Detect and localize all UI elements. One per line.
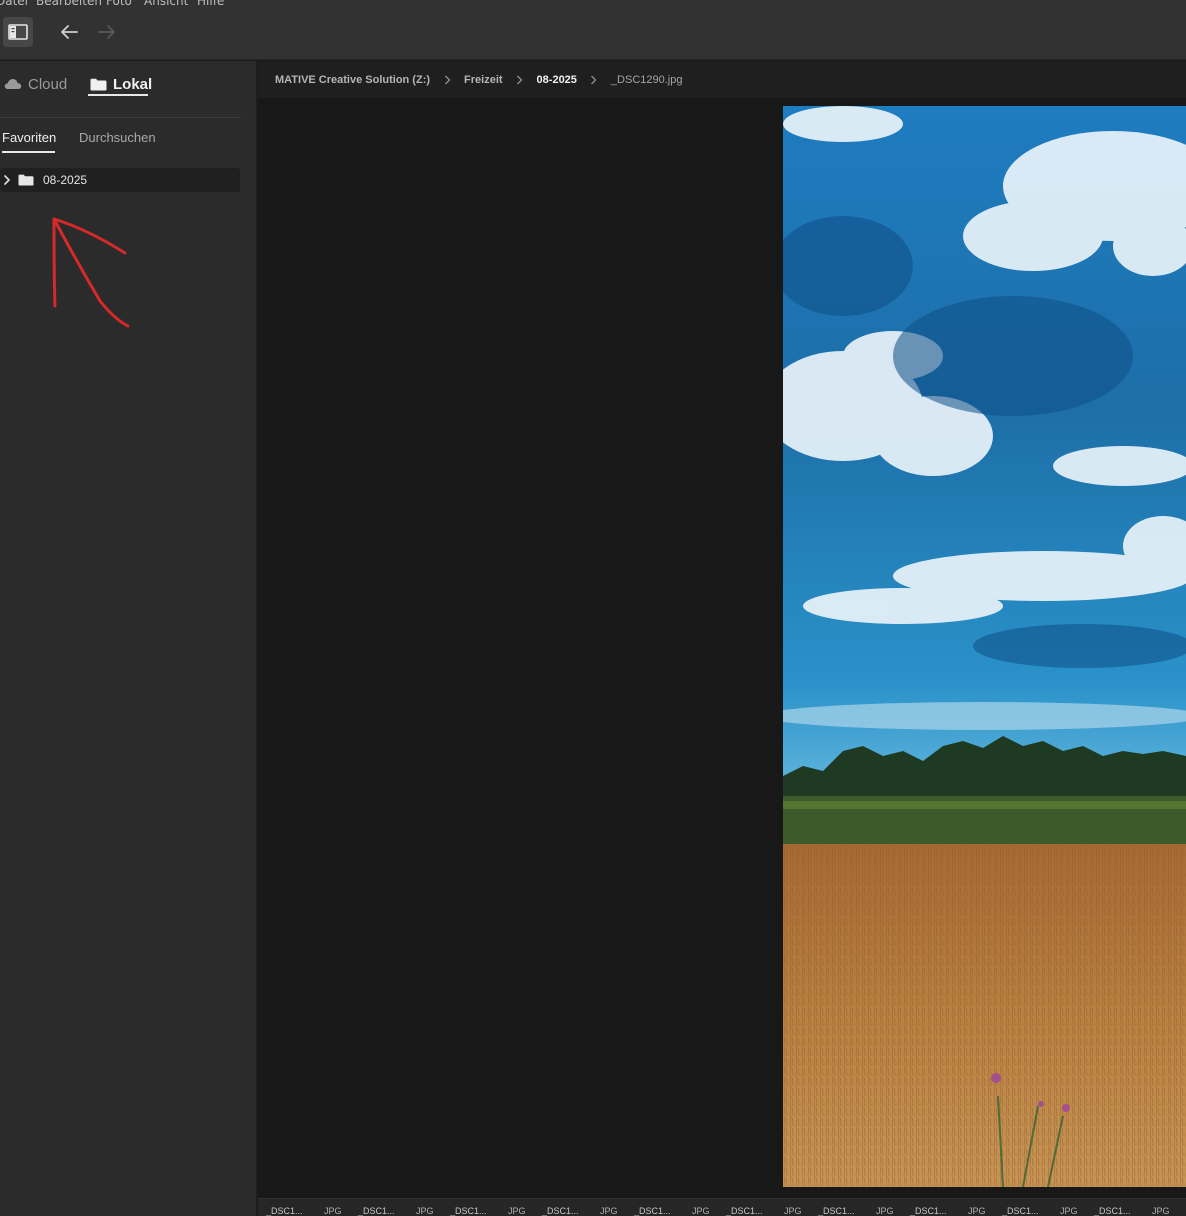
thumb-name: _DSC1...	[1002, 1206, 1039, 1216]
chevron-right-icon	[503, 75, 537, 85]
filmstrip-thumb[interactable]: _DSC1... JPG	[1002, 1204, 1078, 1216]
thumb-type: JPG	[508, 1206, 526, 1216]
active-tab-indicator	[88, 94, 148, 96]
active-subtab-indicator	[2, 151, 55, 153]
breadcrumb-item-folder[interactable]: 08-2025	[537, 74, 577, 86]
thumb-name: _DSC1...	[726, 1206, 763, 1216]
sidebar: Cloud Lokal Favoriten Durchsuchen 08-202…	[0, 61, 257, 1216]
thumb-name: _DSC1...	[450, 1206, 487, 1216]
toggle-sidebar-button[interactable]	[3, 17, 33, 47]
thumb-type: JPG	[600, 1206, 618, 1216]
cloud-icon	[4, 79, 22, 89]
breadcrumb-item-file: _DSC1290.jpg	[610, 73, 683, 86]
breadcrumb-item-freizeit[interactable]: Freizeit	[464, 74, 503, 86]
folder-icon	[18, 173, 35, 187]
arrow-left-icon	[61, 25, 78, 39]
tab-favoriten[interactable]: Favoriten	[2, 130, 56, 145]
red-arrow-annotation	[52, 217, 130, 328]
toolbar	[0, 10, 1186, 60]
filmstrip-thumb[interactable]: _DSC1... JPG	[910, 1204, 986, 1216]
tab-cloud-label: Cloud	[28, 75, 68, 93]
thumb-type: JPG	[416, 1206, 434, 1216]
thumb-type: JPG	[692, 1206, 710, 1216]
filmstrip-thumb[interactable]: _DSC1... JPG	[450, 1204, 526, 1216]
thumb-type: JPG	[1152, 1206, 1170, 1216]
sidebar-toggle-icon	[8, 24, 28, 40]
tab-durchsuchen[interactable]: Durchsuchen	[79, 130, 156, 145]
tab-cloud[interactable]: Cloud	[4, 71, 67, 97]
back-button[interactable]	[54, 17, 84, 47]
menu-item-photo[interactable]: Foto	[106, 0, 132, 8]
thumb-name: _DSC1...	[634, 1206, 671, 1216]
folder-item[interactable]: 08-2025	[0, 168, 240, 192]
thumb-name: _DSC1...	[266, 1206, 303, 1216]
chevron-right-icon	[577, 75, 611, 85]
thumb-type: JPG	[324, 1206, 342, 1216]
thumb-name: _DSC1...	[542, 1206, 579, 1216]
sidebar-divider	[0, 117, 241, 118]
breadcrumb: MATIVE Creative Solution (Z:) Freizeit 0…	[258, 61, 1186, 98]
thumb-type: JPG	[784, 1206, 802, 1216]
filmstrip-thumb[interactable]: _DSC1... JPG	[634, 1204, 710, 1216]
breadcrumb-item-drive[interactable]: MATIVE Creative Solution (Z:)	[275, 74, 430, 86]
photo-preview[interactable]	[783, 106, 1186, 1187]
chevron-right-icon	[430, 75, 464, 85]
thumb-name: _DSC1...	[1094, 1206, 1131, 1216]
folder-name: 08-2025	[43, 173, 88, 187]
filmstrip-thumb[interactable]: _DSC1... JPG	[358, 1204, 434, 1216]
thumb-type: JPG	[968, 1206, 986, 1216]
menu-item-file[interactable]: Datei	[0, 0, 28, 8]
filmstrip-thumb[interactable]: _DSC1... JPG	[818, 1204, 894, 1216]
thumb-name: _DSC1...	[910, 1206, 947, 1216]
thumb-type: JPG	[1060, 1206, 1078, 1216]
tab-lokal-label: Lokal	[113, 75, 153, 93]
filmstrip-thumb[interactable]: _DSC1... JPG	[542, 1204, 618, 1216]
thumb-type: JPG	[876, 1206, 894, 1216]
menu-bar: Datei Bearbeiten Foto Ansicht Hilfe	[0, 0, 1186, 10]
menu-item-help[interactable]: Hilfe	[197, 0, 224, 8]
menu-item-view[interactable]: Ansicht	[144, 0, 188, 8]
folder-icon	[90, 78, 107, 90]
filmstrip: _DSC1... JPG _DSC1... JPG _DSC1... JPG _DSC…	[258, 1198, 1186, 1216]
chevron-right-icon[interactable]	[1, 173, 13, 187]
image-viewer[interactable]	[258, 98, 1186, 1198]
menu-item-edit[interactable]: Bearbeiten	[36, 0, 102, 8]
thumb-name: _DSC1...	[818, 1206, 855, 1216]
forward-button[interactable]	[92, 17, 122, 47]
arrow-right-icon	[98, 25, 115, 39]
filmstrip-thumb[interactable]: _DSC1... JPG	[726, 1204, 802, 1216]
filmstrip-thumb[interactable]: _DSC1... JPG	[1094, 1204, 1170, 1216]
filmstrip-thumb[interactable]: _DSC1... JPG	[266, 1204, 342, 1216]
thumb-name: _DSC1...	[358, 1206, 395, 1216]
